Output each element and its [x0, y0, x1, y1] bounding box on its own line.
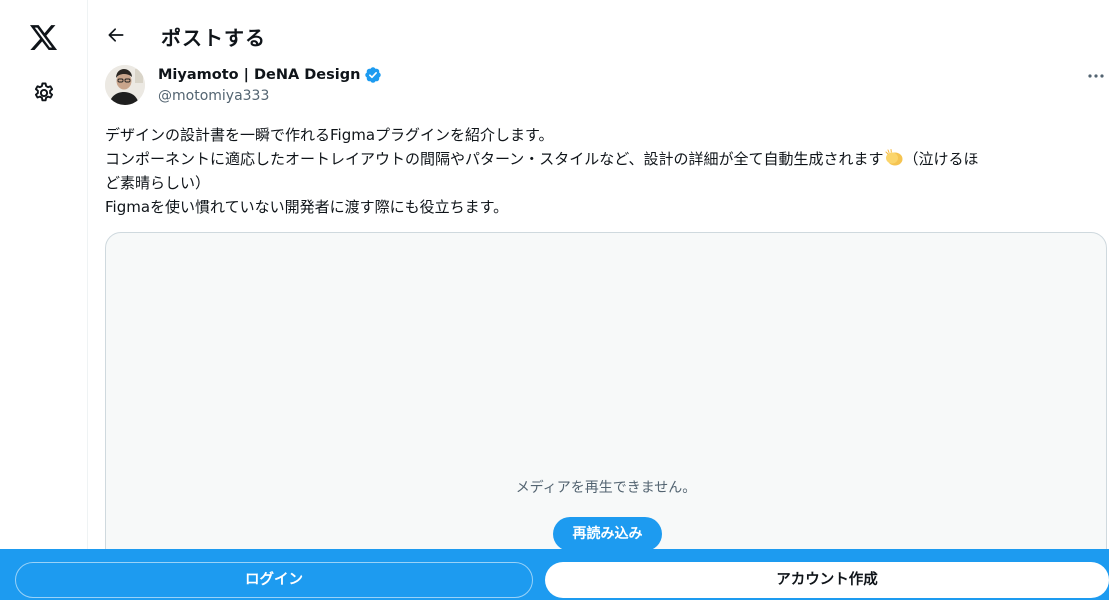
tweet-line: ど素晴らしい） [105, 174, 211, 192]
arrow-left-icon [108, 28, 124, 42]
reload-button[interactable]: 再読み込み [553, 517, 662, 551]
tweet-line-text: コンポーネントに適応したオートレイアウトの間隔やパターン・スタイルなど、設計の詳… [105, 150, 884, 168]
author-handle[interactable]: @motomiya333 [158, 88, 269, 104]
page-title: ポストする [161, 26, 266, 50]
tweet-text: デザインの設計書を一瞬で作れるFigmaプラグインを紹介します。 コンポーネント… [105, 123, 1100, 219]
more-horizontal-icon [1088, 74, 1104, 78]
login-button[interactable]: ログイン [15, 562, 533, 598]
x-logo-icon [30, 25, 58, 51]
page-root: ポストする Miyamoto | DeNA Design @motomiya33… [0, 0, 1109, 600]
settings-button[interactable] [22, 71, 66, 115]
author-name-row: Miyamoto | DeNA Design [158, 66, 382, 84]
bottom-login-bar: ログイン アカウント作成 [0, 549, 1109, 600]
left-rail [0, 0, 88, 600]
media-player[interactable]: メディアを再生できません。 再読み込み [105, 232, 1107, 572]
avatar[interactable] [105, 65, 145, 105]
author-name[interactable]: Miyamoto | DeNA Design [158, 67, 360, 83]
avatar-image [105, 65, 145, 105]
page-header: ポストする [89, 0, 1109, 72]
verified-badge-icon [365, 67, 382, 83]
tweet-line: デザインの設計書を一瞬で作れるFigmaプラグインを紹介します。 [105, 126, 554, 144]
back-button[interactable] [99, 18, 133, 52]
tweet-line: Figmaを使い慣れていない開発者に渡す際にも役立ちます。 [105, 198, 509, 216]
tweet-line: コンポーネントに適応したオートレイアウトの間隔やパターン・スタイルなど、設計の詳… [105, 147, 1100, 171]
media-error-message: メディアを再生できません。 [515, 480, 697, 496]
tweet-line-text: （泣けるほ [903, 150, 979, 168]
clapping-hands-icon [885, 149, 903, 166]
create-account-button[interactable]: アカウント作成 [545, 562, 1109, 598]
more-options-button[interactable] [1084, 64, 1108, 88]
x-logo-link[interactable] [22, 16, 66, 60]
gear-icon [34, 82, 54, 102]
